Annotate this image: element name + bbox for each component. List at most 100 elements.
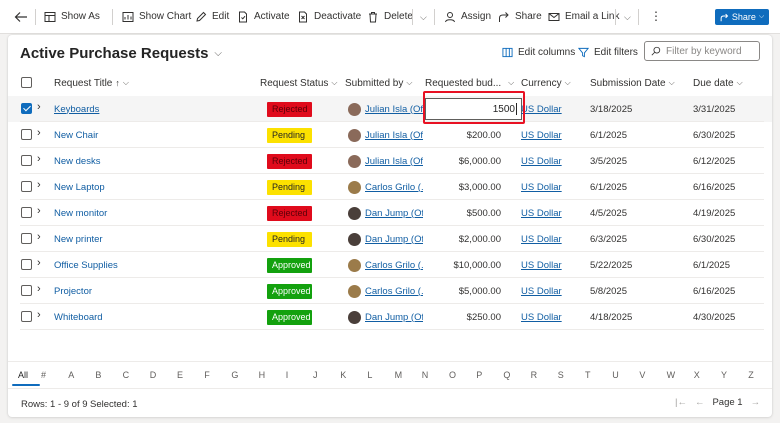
alphabet-filter-item[interactable]: E xyxy=(177,370,183,380)
currency-link[interactable]: US Dollar xyxy=(521,312,562,323)
row-checkbox[interactable] xyxy=(21,233,32,244)
currency-link[interactable]: US Dollar xyxy=(521,104,562,115)
alphabet-filter-item[interactable]: J xyxy=(313,370,318,380)
submission-date-cell[interactable]: 5/22/2025 xyxy=(590,252,680,278)
alphabet-filter-item[interactable]: All xyxy=(18,370,28,380)
status-badge[interactable]: Rejected xyxy=(267,101,312,117)
alphabet-filter-item[interactable]: L xyxy=(367,370,372,380)
submitter-cell[interactable]: Julian Isla (Off... xyxy=(348,96,423,122)
alphabet-filter-item[interactable]: P xyxy=(476,370,482,380)
email-options-chevron-icon[interactable]: ⌵ xyxy=(624,12,631,23)
edit-filters-button[interactable]: Edit filters xyxy=(578,47,638,58)
expand-row-chevron-icon[interactable]: › xyxy=(37,283,41,295)
due-date-cell[interactable]: 3/31/2025 xyxy=(693,96,763,122)
alphabet-filter-item[interactable]: K xyxy=(340,370,346,380)
expand-row-chevron-icon[interactable]: › xyxy=(37,101,41,113)
currency-link[interactable]: US Dollar xyxy=(521,156,562,167)
alphabet-filter-item[interactable]: U xyxy=(612,370,619,380)
budget-cell[interactable]: $2,000.00 xyxy=(425,226,501,252)
deactivate-button[interactable]: Deactivate xyxy=(297,0,361,34)
column-header-submission-date[interactable]: Submission Date ⌵ xyxy=(590,71,675,95)
alphabet-filter-item[interactable]: H xyxy=(259,370,266,380)
submitter-cell[interactable]: Dan Jump (Of... xyxy=(348,200,423,226)
email-link-button[interactable]: Email a Link xyxy=(548,0,619,34)
alphabet-filter-item[interactable]: I xyxy=(286,370,289,380)
table-row[interactable]: › New Laptop Pending Carlos Grilo (... $… xyxy=(8,174,772,200)
back-arrow-icon[interactable] xyxy=(14,10,28,24)
alphabet-filter-item[interactable]: T xyxy=(585,370,591,380)
submission-date-cell[interactable]: 4/5/2025 xyxy=(590,200,680,226)
request-title-link[interactable]: Office Supplies xyxy=(54,260,118,271)
budget-cell[interactable]: $5,000.00 xyxy=(425,278,501,304)
row-checkbox[interactable] xyxy=(21,259,32,270)
request-title-link[interactable]: New printer xyxy=(54,234,103,245)
activate-button[interactable]: Activate xyxy=(237,0,290,34)
more-commands-chevron-icon[interactable]: ⌵ xyxy=(420,12,427,23)
row-checkbox[interactable] xyxy=(21,207,32,218)
alphabet-filter-item[interactable]: N xyxy=(422,370,429,380)
alphabet-filter-item[interactable]: X xyxy=(694,370,700,380)
alphabet-filter-item[interactable]: D xyxy=(150,370,157,380)
row-checkbox[interactable] xyxy=(21,103,32,114)
alphabet-filter-item[interactable]: B xyxy=(95,370,101,380)
submitter-cell[interactable]: Julian Isla (Off... xyxy=(348,122,423,148)
status-badge[interactable]: Approved xyxy=(267,309,312,325)
status-badge[interactable]: Approved xyxy=(267,257,312,273)
row-checkbox[interactable] xyxy=(21,285,32,296)
first-page-icon[interactable]: |← xyxy=(675,397,687,408)
alphabet-filter-item[interactable]: Y xyxy=(721,370,727,380)
status-badge[interactable]: Rejected xyxy=(267,205,312,221)
table-row[interactable]: › New Chair Pending Julian Isla (Off... … xyxy=(8,122,772,148)
due-date-cell[interactable]: 6/16/2025 xyxy=(693,278,763,304)
submitter-cell[interactable]: Carlos Grilo (... xyxy=(348,174,423,200)
currency-link[interactable]: US Dollar xyxy=(521,286,562,297)
column-header-submitted-by[interactable]: Submitted by ⌵ xyxy=(345,71,412,95)
currency-link[interactable]: US Dollar xyxy=(521,260,562,271)
request-title-link[interactable]: New desks xyxy=(54,156,100,167)
row-checkbox[interactable] xyxy=(21,311,32,322)
column-header-due-date[interactable]: Due date ⌵ xyxy=(693,71,743,95)
submission-date-cell[interactable]: 4/18/2025 xyxy=(590,304,680,330)
row-checkbox[interactable] xyxy=(21,129,32,140)
currency-link[interactable]: US Dollar xyxy=(521,182,562,193)
request-title-link[interactable]: New monitor xyxy=(54,208,107,219)
alphabet-filter-item[interactable]: Q xyxy=(503,370,510,380)
share-button[interactable]: Share ⌵ xyxy=(715,9,769,25)
edit-columns-button[interactable]: Edit columns xyxy=(502,47,575,58)
show-as-button[interactable]: Show As xyxy=(44,0,100,34)
status-badge[interactable]: Rejected xyxy=(267,153,312,169)
submitter-cell[interactable]: Julian Isla (Off... xyxy=(348,148,423,174)
table-row[interactable]: › Keyboards Rejected Julian Isla (Off...… xyxy=(8,96,772,122)
status-badge[interactable]: Approved xyxy=(267,283,312,299)
more-options-icon[interactable]: ⋮ xyxy=(650,9,662,23)
expand-row-chevron-icon[interactable]: › xyxy=(37,231,41,243)
due-date-cell[interactable]: 4/30/2025 xyxy=(693,304,763,330)
submission-date-cell[interactable]: 6/1/2025 xyxy=(590,174,680,200)
alphabet-filter-item[interactable]: O xyxy=(449,370,456,380)
column-header-currency[interactable]: Currency ⌵ xyxy=(521,71,571,95)
row-checkbox[interactable] xyxy=(21,181,32,192)
currency-link[interactable]: US Dollar xyxy=(521,234,562,245)
submitter-cell[interactable]: Carlos Grilo (... xyxy=(348,252,423,278)
alphabet-filter-item[interactable]: R xyxy=(531,370,538,380)
alphabet-filter-item[interactable]: # xyxy=(41,370,46,380)
submitter-link[interactable]: Dan Jump (Of... xyxy=(365,234,423,245)
expand-row-chevron-icon[interactable]: › xyxy=(37,309,41,321)
table-row[interactable]: › New printer Pending Dan Jump (Of... $2… xyxy=(8,226,772,252)
alphabet-filter-item[interactable]: V xyxy=(639,370,645,380)
column-header-status[interactable]: Request Status ⌵ xyxy=(260,71,337,95)
budget-cell[interactable]: $10,000.00 xyxy=(425,252,501,278)
budget-cell[interactable]: $6,000.00 xyxy=(425,148,501,174)
alphabet-filter-item[interactable]: A xyxy=(68,370,74,380)
table-row[interactable]: › Office Supplies Approved Carlos Grilo … xyxy=(8,252,772,278)
table-row[interactable]: › Projector Approved Carlos Grilo (... $… xyxy=(8,278,772,304)
delete-button[interactable]: Delete xyxy=(367,0,413,34)
submitter-link[interactable]: Dan Jump (Of... xyxy=(365,208,423,219)
request-title-link[interactable]: Whiteboard xyxy=(54,312,103,323)
table-row[interactable]: › New monitor Rejected Dan Jump (Of... $… xyxy=(8,200,772,226)
submitter-link[interactable]: Julian Isla (Off... xyxy=(365,130,423,141)
assign-button[interactable]: Assign xyxy=(444,0,491,34)
request-title-link[interactable]: Keyboards xyxy=(54,104,99,115)
request-title-link[interactable]: Projector xyxy=(54,286,92,297)
submitter-link[interactable]: Carlos Grilo (... xyxy=(365,260,423,271)
